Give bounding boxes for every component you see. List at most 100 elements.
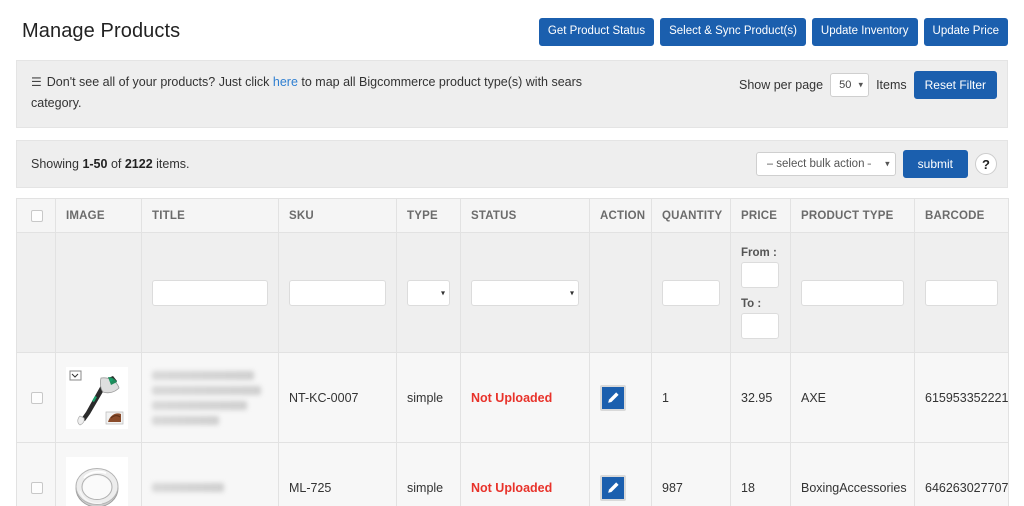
filter-cell-action — [589, 232, 652, 354]
per-page-controls: Show per page 50 Items Reset Filter — [738, 70, 997, 99]
row-image-cell — [55, 442, 142, 506]
column-header-title: TITLE — [141, 198, 279, 234]
items-label: Items — [876, 77, 907, 92]
edit-product-button[interactable] — [600, 384, 626, 411]
bulk-action-select[interactable]: – select bulk action – — [755, 152, 896, 177]
row-title-cell — [141, 352, 279, 444]
showing-bar: Showing 1-50 of 2122 items. – select bul… — [16, 140, 1008, 189]
row-price-cell: 32.95 — [730, 352, 791, 444]
filter-type-select-wrap — [407, 279, 450, 306]
price-range-gap — [741, 288, 780, 298]
table-row: NT-KC-0007 simple Not Uploaded 1 32.95 A… — [16, 352, 1009, 444]
submit-button[interactable]: submit — [902, 150, 968, 179]
column-header-price: PRICE — [730, 198, 791, 234]
help-button[interactable]: ? — [975, 153, 997, 176]
notice-text-before: Don't see all of your products? Just cli… — [46, 74, 273, 89]
showing-count-text: Showing 1-50 of 2122 items. — [31, 157, 189, 171]
row-select-checkbox[interactable] — [30, 481, 43, 494]
select-all-checkbox[interactable] — [30, 209, 43, 222]
show-per-page-label: Show per page — [738, 77, 824, 92]
per-page-select-wrap: 50 — [830, 72, 870, 97]
filter-cell-sku — [278, 232, 397, 354]
pencil-edit-icon — [608, 392, 619, 403]
row-product-type-cell: BoxingAccessories — [790, 442, 915, 506]
row-status-cell: Not Uploaded — [460, 352, 590, 444]
column-header-quantity: QUANTITY — [651, 198, 731, 234]
filter-row: From : To : — [16, 232, 1009, 354]
row-price-cell: 18 — [730, 442, 791, 506]
update-price-button[interactable]: Update Price — [923, 18, 1008, 46]
row-status-cell: Not Uploaded — [460, 442, 590, 506]
filter-cell-status — [460, 232, 590, 354]
showing-suffix: items. — [152, 157, 190, 172]
table-row: ML-725 simple Not Uploaded 987 18 Boxing… — [16, 442, 1009, 506]
page-header: Manage Products Get Product Status Selec… — [0, 0, 1024, 60]
column-header-barcode: BARCODE — [914, 198, 1009, 234]
column-header-product-type: PRODUCT TYPE — [790, 198, 915, 234]
axe-icon — [67, 367, 127, 428]
filter-sku-input[interactable] — [289, 279, 386, 306]
price-from-label: From : — [741, 246, 777, 259]
filter-cell-title — [141, 232, 279, 354]
showing-middle: of — [107, 157, 125, 172]
row-quantity-cell: 987 — [651, 442, 731, 506]
notice-bar: ☰ Don't see all of your products? Just cl… — [16, 59, 1008, 129]
table-header: IMAGE TITLE SKU TYPE STATUS ACTION QUANT… — [16, 198, 1009, 234]
bulk-action-controls: – select bulk action – submit ? — [755, 150, 997, 179]
row-title-cell — [141, 442, 279, 506]
list-icon: ☰ — [31, 74, 42, 89]
row-select-cell — [16, 442, 56, 506]
page-title: Manage Products — [22, 20, 181, 43]
showing-prefix: Showing — [31, 157, 83, 172]
filter-cell-barcode — [914, 232, 1009, 354]
table-body: From : To : — [16, 232, 1009, 506]
filter-cell-price: From : To : — [730, 232, 791, 354]
product-thumbnail — [66, 366, 128, 429]
showing-total: 2122 — [124, 157, 153, 172]
filter-cell-type — [396, 232, 461, 354]
product-thumbnail — [66, 456, 128, 506]
showing-range: 1-50 — [82, 157, 108, 172]
row-action-cell — [589, 352, 652, 444]
row-sku-cell: ML-725 — [278, 442, 397, 506]
row-select-checkbox[interactable] — [30, 391, 43, 404]
filter-barcode-input[interactable] — [925, 279, 998, 306]
ring-icon — [67, 457, 127, 506]
filter-quantity-input[interactable] — [662, 279, 720, 306]
filter-cell-image — [55, 232, 142, 354]
row-barcode-cell: 615953352221 — [914, 352, 1009, 444]
filter-product-type-input[interactable] — [801, 279, 904, 306]
row-type-cell: simple — [396, 352, 461, 444]
row-select-cell — [16, 352, 56, 444]
filter-status-select[interactable] — [471, 279, 579, 306]
manage-products-page: Manage Products Get Product Status Selec… — [0, 0, 1024, 506]
products-table: IMAGE TITLE SKU TYPE STATUS ACTION QUANT… — [16, 198, 1009, 506]
pencil-edit-icon — [608, 482, 619, 493]
row-quantity-cell: 1 — [651, 352, 731, 444]
update-inventory-button[interactable]: Update Inventory — [811, 18, 918, 46]
notice-here-link[interactable]: here — [273, 75, 298, 89]
filter-cell-quantity — [651, 232, 731, 354]
column-header-action: ACTION — [589, 198, 652, 234]
filter-status-select-wrap — [471, 279, 579, 306]
bulk-action-select-wrap: – select bulk action – — [755, 152, 896, 177]
products-table-wrap: IMAGE TITLE SKU TYPE STATUS ACTION QUANT… — [16, 198, 1009, 506]
column-header-type: TYPE — [396, 198, 461, 234]
status-badge: Not Uploaded — [471, 480, 553, 495]
filter-type-select[interactable] — [407, 279, 450, 306]
column-header-image: IMAGE — [55, 198, 142, 234]
select-sync-products-button[interactable]: Select & Sync Product(s) — [660, 18, 806, 46]
row-action-cell — [589, 442, 652, 506]
product-title-redacted — [152, 370, 268, 425]
per-page-select[interactable]: 50 — [830, 72, 870, 97]
row-sku-cell: NT-KC-0007 — [278, 352, 397, 444]
filter-cell-checkbox — [16, 232, 56, 354]
get-product-status-button[interactable]: Get Product Status — [538, 18, 655, 46]
product-title-redacted — [152, 483, 268, 493]
reset-filter-button[interactable]: Reset Filter — [913, 70, 997, 99]
edit-product-button[interactable] — [600, 474, 626, 501]
row-type-cell: simple — [396, 442, 461, 506]
filter-price-from-input[interactable] — [741, 261, 779, 288]
filter-price-to-input[interactable] — [741, 312, 779, 339]
filter-title-input[interactable] — [152, 279, 268, 306]
